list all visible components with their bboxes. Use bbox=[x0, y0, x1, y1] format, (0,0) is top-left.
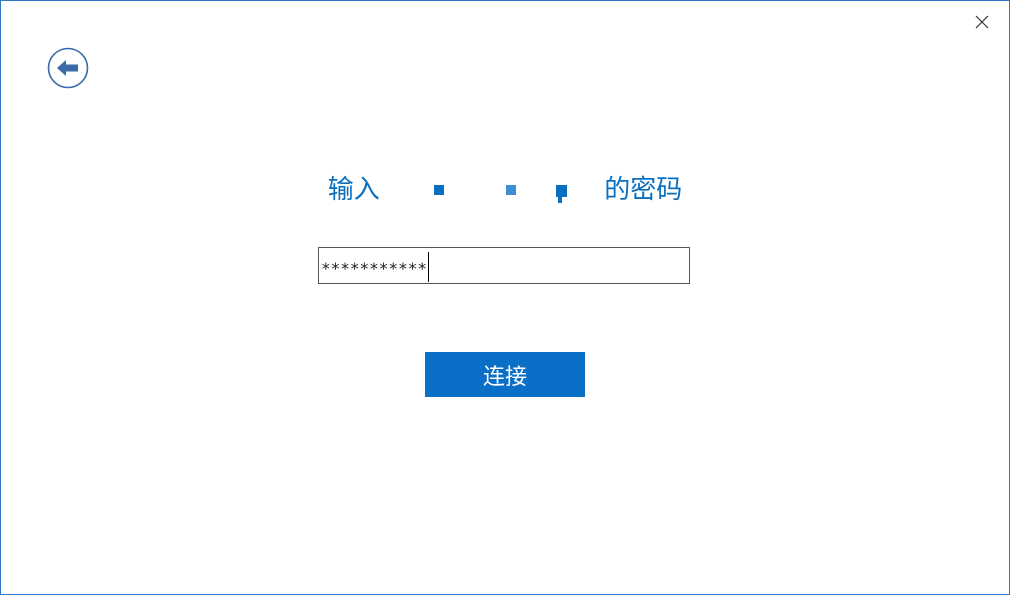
title-suffix: 的密码 bbox=[604, 175, 683, 205]
back-arrow-icon bbox=[47, 47, 89, 89]
title-prefix: 输入 bbox=[327, 175, 380, 205]
page-title: 输入 的密码 bbox=[1, 169, 1009, 206]
network-name-redacted bbox=[394, 173, 590, 203]
close-button[interactable] bbox=[969, 9, 995, 35]
password-value: *********** bbox=[321, 259, 427, 278]
close-icon bbox=[975, 15, 989, 29]
password-input[interactable]: *********** bbox=[318, 247, 690, 284]
back-button[interactable] bbox=[47, 47, 89, 89]
connect-button[interactable]: 连接 bbox=[425, 352, 585, 397]
wifi-password-dialog: 输入 的密码 *********** 连接 bbox=[0, 0, 1010, 595]
text-caret bbox=[427, 252, 429, 282]
